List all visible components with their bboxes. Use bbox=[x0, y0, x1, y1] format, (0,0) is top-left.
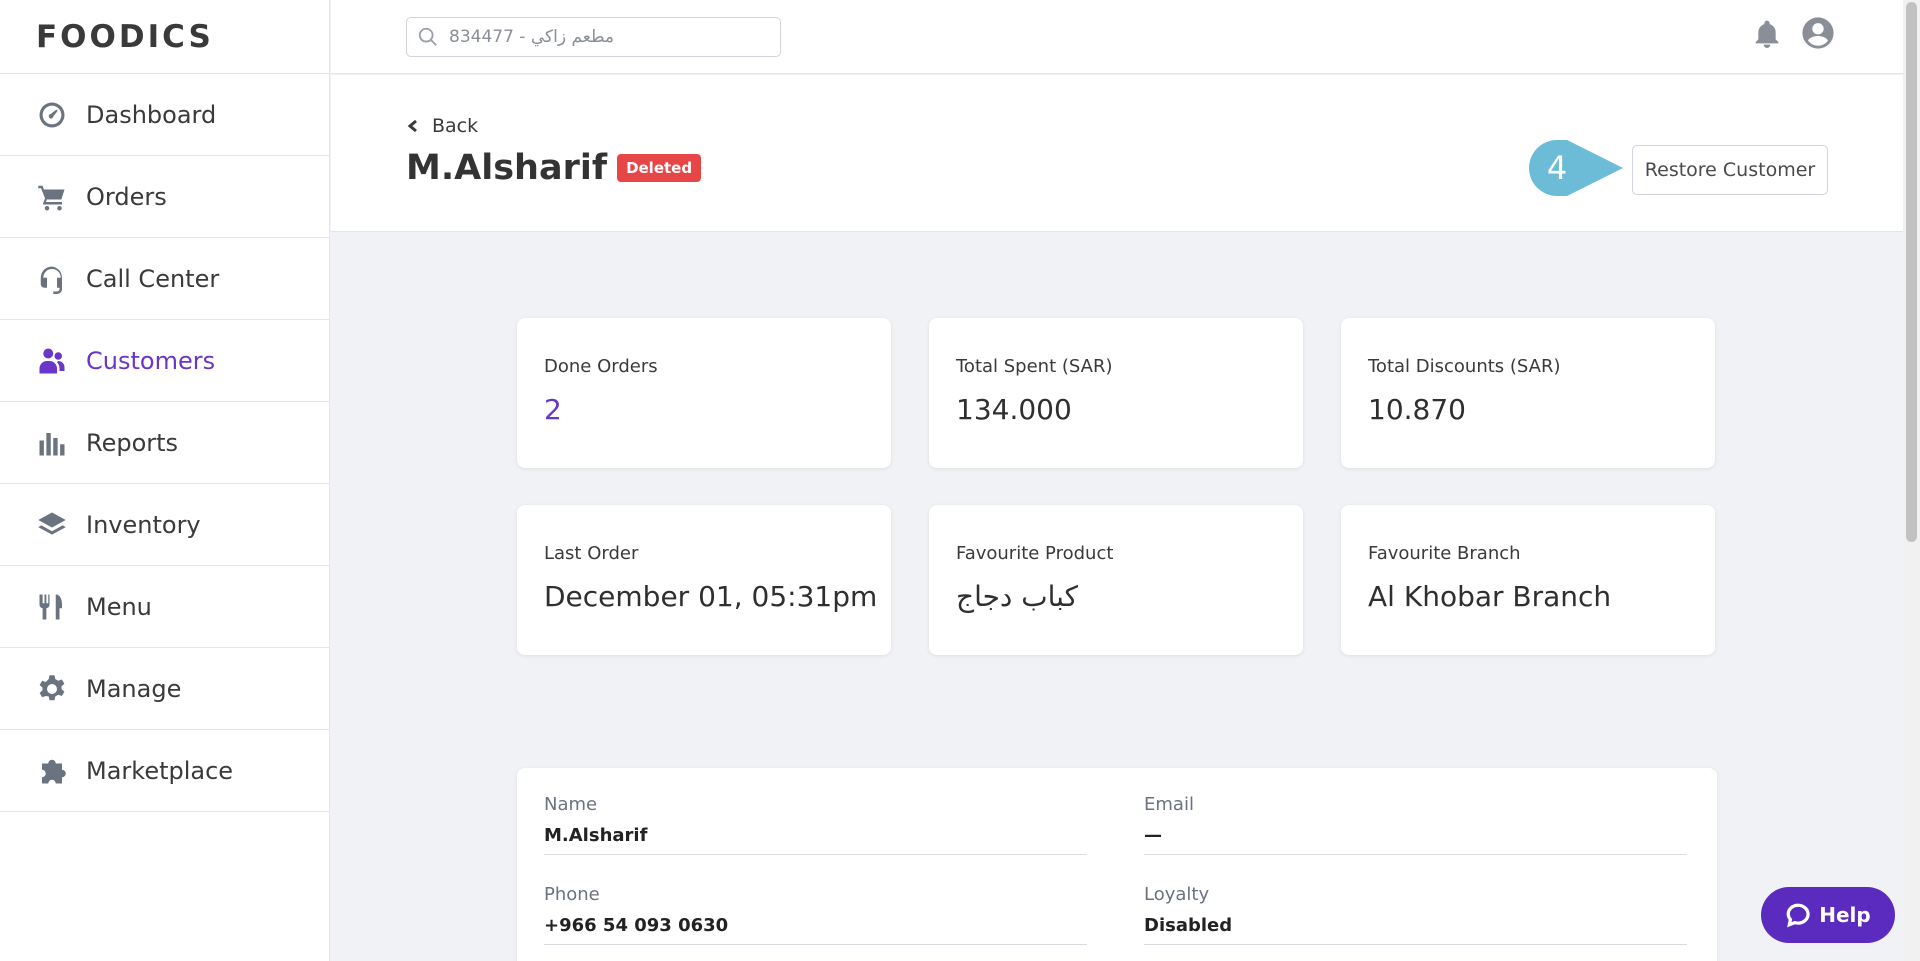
cart-icon bbox=[36, 181, 68, 213]
help-button[interactable]: Help bbox=[1761, 887, 1895, 943]
stat-value: December 01, 05:31pm bbox=[544, 580, 878, 613]
layers-icon bbox=[36, 509, 68, 541]
utensils-icon bbox=[36, 591, 68, 623]
scrollbar-thumb[interactable] bbox=[1906, 2, 1917, 542]
chevron-left-icon bbox=[407, 119, 417, 133]
sidebar-item-dashboard[interactable]: Dashboard bbox=[0, 74, 329, 156]
bar-chart-icon bbox=[36, 427, 68, 459]
sidebar-item-label: Menu bbox=[86, 592, 152, 621]
sidebar-item-orders[interactable]: Orders bbox=[0, 156, 329, 238]
stat-card-favourite-product: Favourite Product كباب دجاج bbox=[929, 505, 1303, 655]
stat-label: Done Orders bbox=[544, 356, 658, 377]
search-box[interactable] bbox=[406, 17, 781, 57]
field-value: +966 54 093 0630 bbox=[544, 915, 729, 936]
search-input[interactable] bbox=[449, 27, 749, 47]
bell-icon[interactable] bbox=[1751, 17, 1783, 51]
sidebar-item-label: Dashboard bbox=[86, 100, 217, 129]
sidebar-item-menu[interactable]: Menu bbox=[0, 566, 329, 648]
stat-card-last-order: Last Order December 01, 05:31pm bbox=[517, 505, 891, 655]
chat-bubble-icon bbox=[1786, 903, 1810, 928]
dashboard-gauge-icon bbox=[36, 99, 68, 131]
field-value: M.Alsharif bbox=[544, 825, 648, 846]
email-field: Email — bbox=[1144, 794, 1687, 855]
stat-value: 10.870 bbox=[1368, 393, 1466, 426]
phone-field: Phone +966 54 093 0630 bbox=[544, 884, 1087, 945]
stat-label: Favourite Product bbox=[956, 543, 1114, 564]
sidebar-item-label: Marketplace bbox=[86, 756, 234, 785]
status-badge: Deleted bbox=[617, 154, 702, 182]
users-icon bbox=[36, 345, 68, 377]
page-header: Back M.Alsharif Deleted 4 Restore Custom… bbox=[331, 75, 1920, 232]
field-value: — bbox=[1144, 825, 1162, 846]
headset-icon bbox=[36, 263, 68, 295]
sidebar: FOODICS Dashboard Orders Call Center Cus… bbox=[0, 0, 330, 961]
sidebar-item-marketplace[interactable]: Marketplace bbox=[0, 730, 329, 812]
sidebar-item-customers[interactable]: Customers bbox=[0, 320, 329, 402]
sidebar-item-label: Call Center bbox=[86, 264, 220, 293]
puzzle-icon bbox=[36, 755, 68, 787]
sidebar-item-manage[interactable]: Manage bbox=[0, 648, 329, 730]
field-label: Loyalty bbox=[1144, 884, 1210, 905]
sidebar-item-label: Customers bbox=[86, 346, 216, 375]
user-avatar-icon[interactable] bbox=[1801, 16, 1835, 50]
stat-card-favourite-branch: Favourite Branch Al Khobar Branch bbox=[1341, 505, 1715, 655]
field-label: Email bbox=[1144, 794, 1194, 815]
customer-details-panel: Name M.Alsharif Email — Phone +966 54 09… bbox=[517, 768, 1717, 961]
stat-label: Total Discounts (SAR) bbox=[1368, 356, 1561, 377]
gear-icon bbox=[36, 673, 68, 705]
sidebar-item-call-center[interactable]: Call Center bbox=[0, 238, 329, 320]
restore-customer-button[interactable]: Restore Customer bbox=[1632, 145, 1828, 195]
page-title: M.Alsharif bbox=[406, 148, 608, 188]
field-value: Disabled bbox=[1144, 915, 1233, 936]
search-icon bbox=[418, 27, 437, 46]
logo-text: FOODICS bbox=[36, 18, 214, 55]
stat-value: كباب دجاج bbox=[956, 580, 1078, 613]
stat-card-done-orders: Done Orders 2 bbox=[517, 318, 891, 468]
stat-card-total-spent: Total Spent (SAR) 134.000 bbox=[929, 318, 1303, 468]
stat-value: 134.000 bbox=[956, 393, 1072, 426]
stat-card-total-discounts: Total Discounts (SAR) 10.870 bbox=[1341, 318, 1715, 468]
topbar bbox=[331, 0, 1920, 74]
field-label: Name bbox=[544, 794, 598, 815]
name-field: Name M.Alsharif bbox=[544, 794, 1087, 855]
field-label: Phone bbox=[544, 884, 600, 905]
sidebar-item-inventory[interactable]: Inventory bbox=[0, 484, 329, 566]
step-marker-number: 4 bbox=[1547, 149, 1567, 187]
back-label: Back bbox=[432, 115, 479, 137]
sidebar-item-label: Orders bbox=[86, 182, 167, 211]
help-label: Help bbox=[1819, 903, 1871, 927]
title-row: M.Alsharif Deleted bbox=[406, 148, 702, 188]
sidebar-item-reports[interactable]: Reports bbox=[0, 402, 329, 484]
sidebar-item-label: Inventory bbox=[86, 510, 201, 539]
sidebar-item-label: Reports bbox=[86, 428, 179, 457]
stat-value[interactable]: 2 bbox=[544, 393, 864, 426]
foodics-logo[interactable]: FOODICS bbox=[0, 0, 329, 74]
page-scrollbar[interactable] bbox=[1903, 0, 1920, 961]
stat-label: Total Spent (SAR) bbox=[956, 356, 1113, 377]
step-marker-icon: 4 bbox=[1529, 140, 1623, 196]
stat-label: Favourite Branch bbox=[1368, 543, 1521, 564]
loyalty-field: Loyalty Disabled bbox=[1144, 884, 1687, 945]
back-link[interactable]: Back bbox=[406, 115, 478, 137]
stat-value: Al Khobar Branch bbox=[1368, 580, 1612, 613]
sidebar-item-label: Manage bbox=[86, 674, 182, 703]
stat-label: Last Order bbox=[544, 543, 639, 564]
